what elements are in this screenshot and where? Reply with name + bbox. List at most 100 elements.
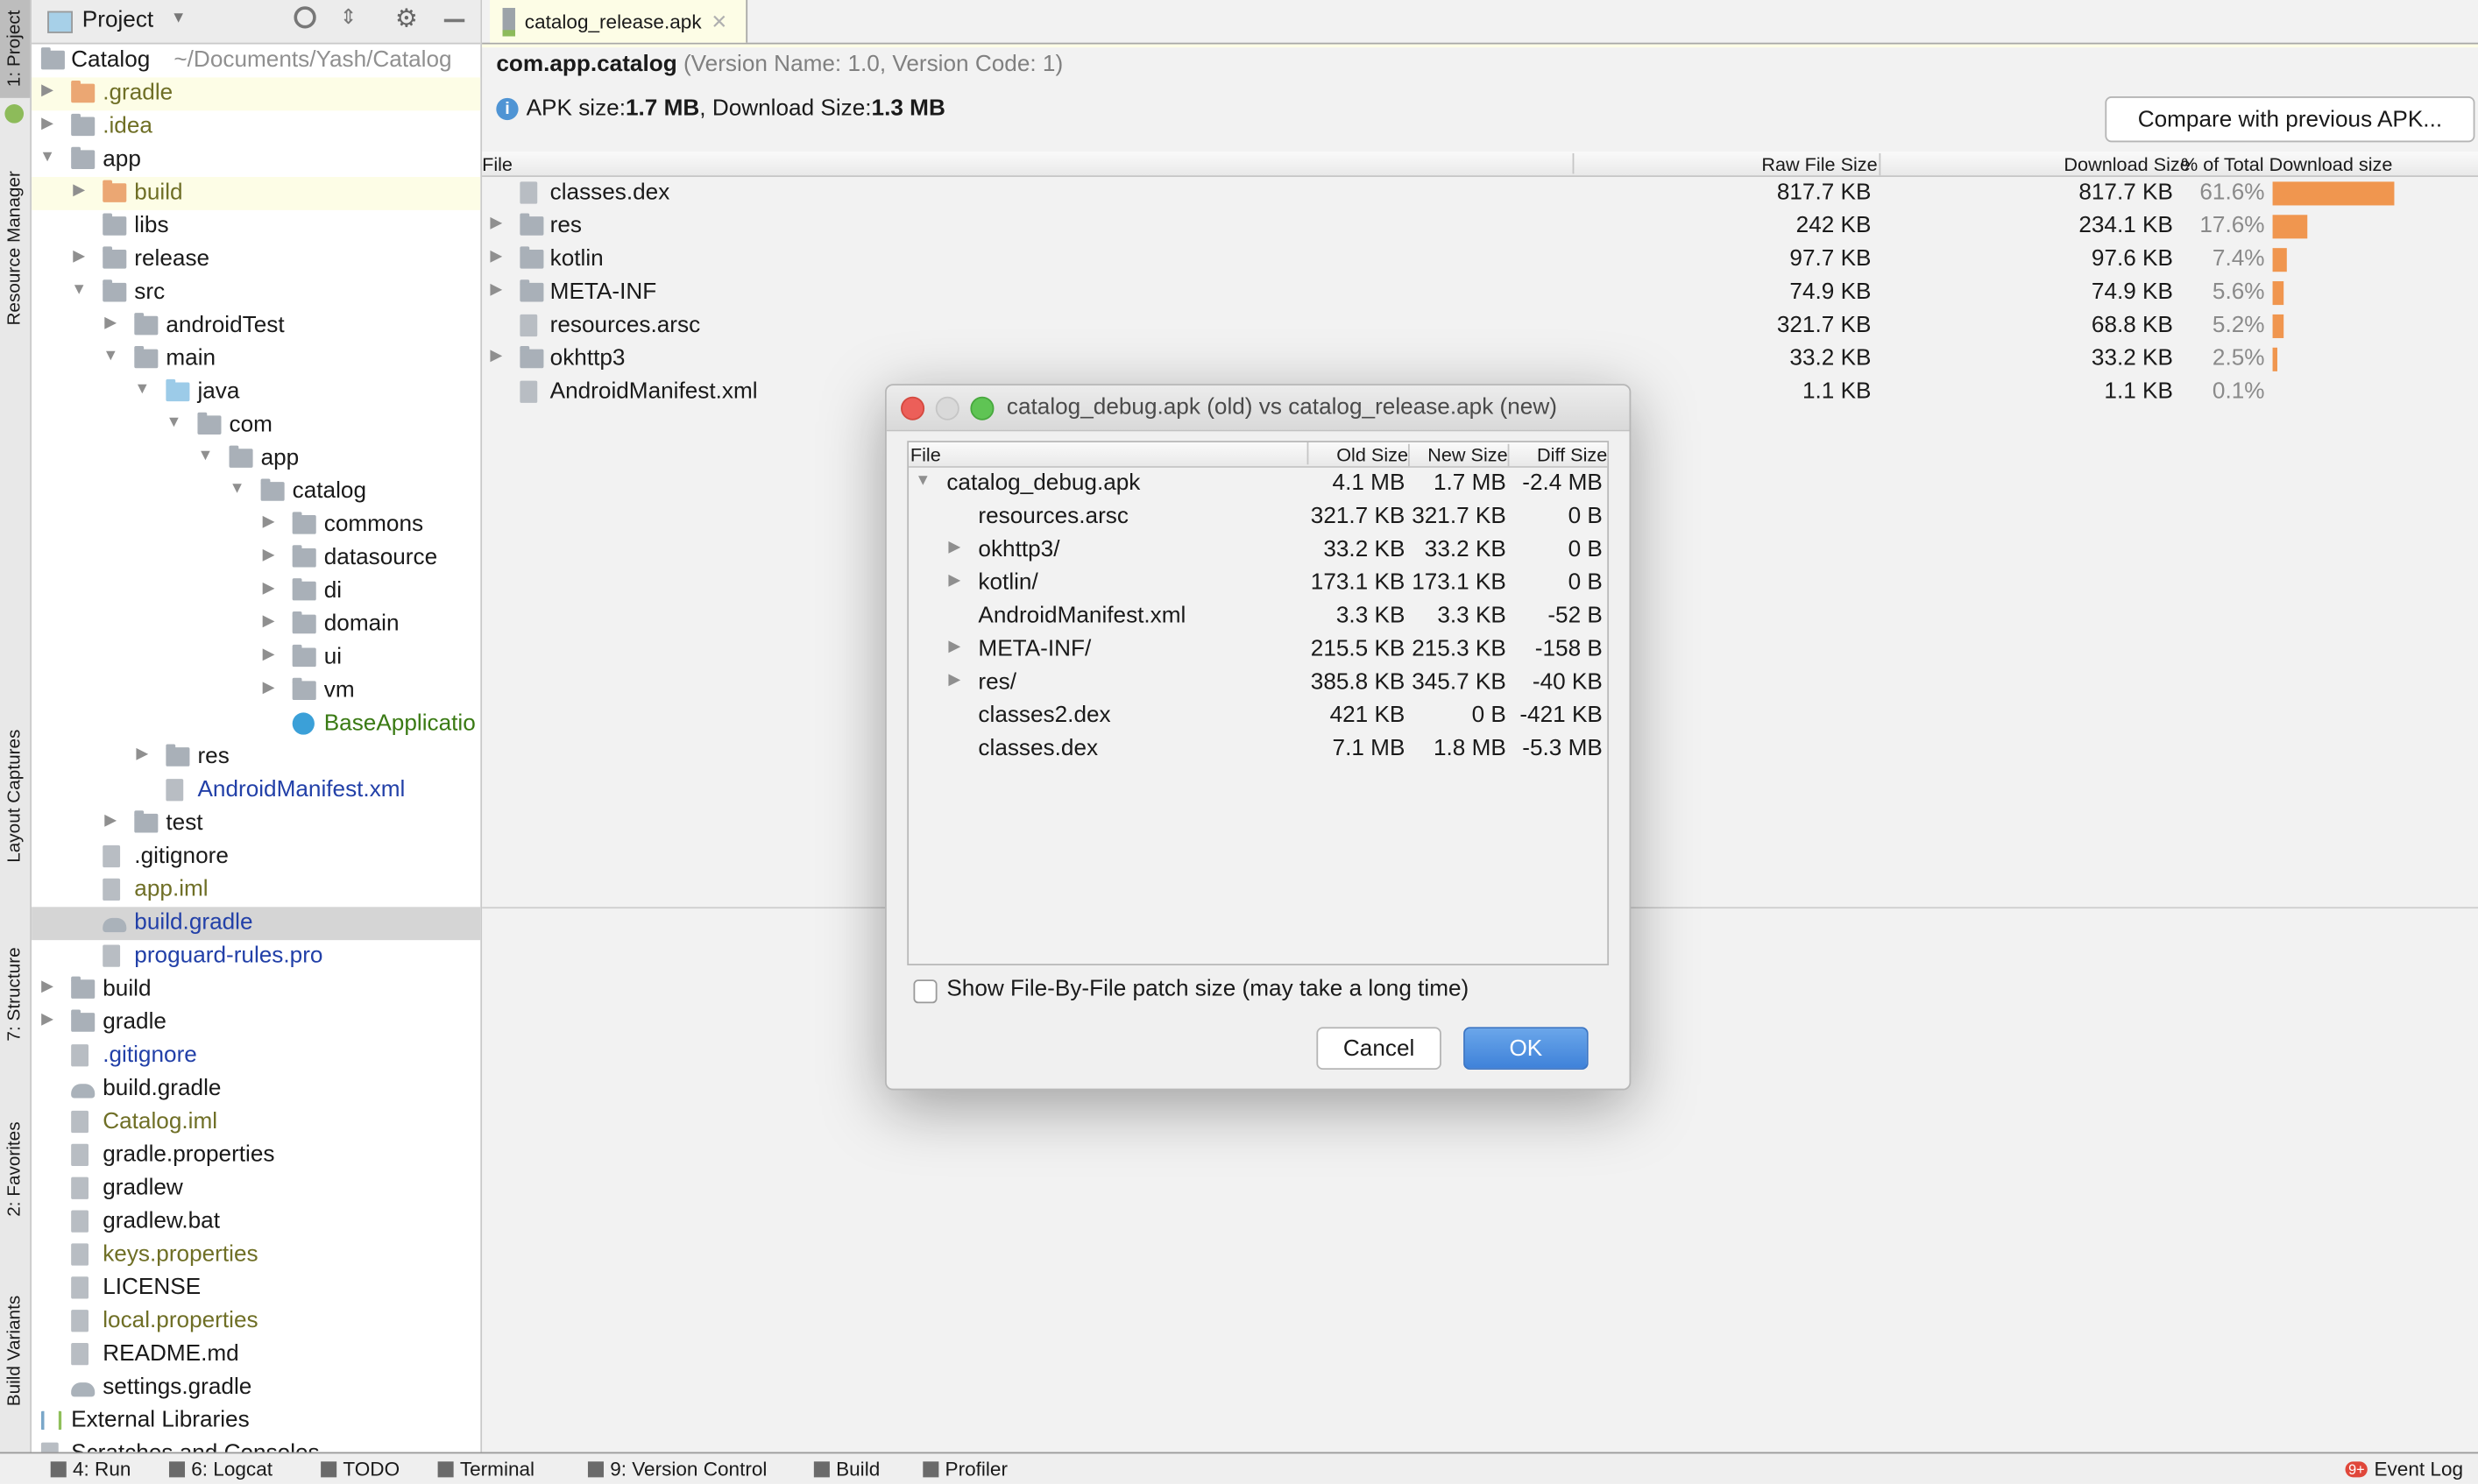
chevron-down-icon[interactable]: ▼: [171, 10, 187, 27]
tool-window-button[interactable]: 6: Logcat: [168, 1459, 273, 1480]
tree-item[interactable]: .gitignore: [32, 1040, 480, 1073]
ok-button[interactable]: OK: [1463, 1027, 1589, 1071]
tree-item[interactable]: gradlew: [32, 1172, 480, 1205]
minimize-icon[interactable]: [443, 18, 465, 23]
diff-row[interactable]: ▶ res/385.8 KB 345.7 KB -40 KB: [909, 667, 1607, 700]
collapsed-arrow-icon[interactable]: ▶: [259, 647, 279, 664]
tree-item[interactable]: ▼ src: [32, 277, 480, 310]
diff-row[interactable]: ▶ okhttp3/33.2 KB 33.2 KB 0 B: [909, 534, 1607, 568]
apk-entry-row[interactable]: ▶ kotlin 97.7 KB 97.6 KB 7.4%: [482, 244, 2478, 277]
tool-tab-build-variants[interactable]: Build Variants: [0, 1272, 30, 1430]
locate-icon[interactable]: [294, 6, 316, 29]
diff-row[interactable]: ▶ kotlin/173.1 KB 173.1 KB 0 B: [909, 567, 1607, 600]
tree-item[interactable]: ▶ androidTest: [32, 310, 480, 343]
collapsed-arrow-icon[interactable]: ▶: [259, 680, 279, 697]
tree-item[interactable]: build.gradle: [32, 1073, 480, 1106]
apk-entry-row[interactable]: ▶ res 242 KB 234.1 KB 17.6%: [482, 210, 2478, 244]
tree-item[interactable]: libs: [32, 210, 480, 244]
column-header-download-size[interactable]: Download Size: [1976, 153, 2190, 175]
tree-item[interactable]: build.gradle: [32, 907, 481, 941]
collapsed-arrow-icon[interactable]: ▶: [259, 513, 279, 531]
column-header-percent[interactable]: % of Total Download size: [2181, 153, 2392, 175]
tree-item[interactable]: ▶ .idea: [32, 110, 480, 144]
file-by-file-checkbox-label[interactable]: Show File-By-File patch size (may take a…: [946, 977, 1469, 1002]
expanded-arrow-icon[interactable]: ▼: [133, 381, 152, 399]
tool-tab-project[interactable]: 1: Project: [0, 0, 31, 98]
diff-row[interactable]: resources.arsc 321.7 KB 321.7 KB 0 B: [909, 501, 1607, 534]
collapsed-arrow-icon[interactable]: ▶: [487, 348, 506, 365]
tool-tab-layout-captures[interactable]: Layout Captures: [0, 703, 30, 890]
event-log-button[interactable]: 9+ Event Log: [2345, 1459, 2463, 1480]
tree-item[interactable]: ▶ release: [32, 244, 480, 277]
tree-item[interactable]: app.iml: [32, 873, 480, 907]
collapsed-arrow-icon[interactable]: ▶: [38, 116, 57, 133]
close-icon[interactable]: ✕: [711, 10, 727, 33]
collapsed-arrow-icon[interactable]: ▶: [101, 812, 120, 830]
expanded-arrow-icon[interactable]: ▼: [913, 472, 932, 490]
collapsed-arrow-icon[interactable]: ▶: [945, 539, 965, 556]
collapsed-arrow-icon[interactable]: ▶: [487, 248, 506, 265]
collapsed-arrow-icon[interactable]: ▶: [38, 82, 57, 100]
column-header-new-size[interactable]: New Size: [1410, 443, 1510, 467]
tree-item[interactable]: ▶ .gradle: [32, 77, 481, 111]
column-header-diff-size[interactable]: Diff Size: [1509, 444, 1607, 466]
tool-window-button[interactable]: Terminal: [437, 1459, 535, 1480]
file-by-file-checkbox[interactable]: [913, 979, 938, 1004]
tree-item[interactable]: ▶ di: [32, 576, 480, 609]
collapsed-arrow-icon[interactable]: ▶: [69, 181, 88, 199]
expanded-arrow-icon[interactable]: ▼: [69, 281, 88, 299]
expanded-arrow-icon[interactable]: ▼: [38, 149, 57, 166]
collapsed-arrow-icon[interactable]: ▶: [259, 613, 279, 631]
column-divider[interactable]: [1572, 152, 1575, 174]
tree-item[interactable]: ▼ java: [32, 376, 480, 409]
apk-entry-row[interactable]: resources.arsc 321.7 KB 68.8 KB 5.2%: [482, 310, 2478, 343]
zoom-window-button[interactable]: [970, 396, 995, 420]
tool-window-button[interactable]: Profiler: [923, 1459, 1008, 1480]
apk-entry-row[interactable]: ▶ META-INF 74.9 KB 74.9 KB 5.6%: [482, 277, 2478, 310]
tool-window-button[interactable]: 4: Run: [50, 1459, 131, 1480]
column-header-file[interactable]: File: [482, 153, 513, 175]
tree-item[interactable]: proguard-rules.pro: [32, 940, 480, 973]
tree-item[interactable]: ▶ ui: [32, 641, 480, 675]
collapsed-arrow-icon[interactable]: ▶: [38, 978, 57, 995]
tree-item[interactable]: ▼ main: [32, 343, 480, 376]
tree-item[interactable]: Catalog.iml: [32, 1106, 480, 1140]
tree-item[interactable]: README.md: [32, 1339, 480, 1372]
apk-entry-row[interactable]: classes.dex 817.7 KB 817.7 KB 61.6%: [482, 177, 2478, 210]
tree-item[interactable]: ▶ datasource: [32, 542, 480, 576]
tree-item[interactable]: gradlew.bat: [32, 1205, 480, 1239]
diff-row[interactable]: classes2.dex 421 KB 0 B -421 KB: [909, 700, 1607, 733]
close-window-button[interactable]: [901, 396, 925, 420]
tree-item[interactable]: ▶ vm: [32, 675, 480, 708]
collapse-all-icon[interactable]: ⇕: [340, 4, 358, 30]
column-header-old-size[interactable]: Old Size: [1308, 443, 1410, 467]
collapsed-arrow-icon[interactable]: ▶: [945, 672, 965, 689]
collapsed-arrow-icon[interactable]: ▶: [487, 215, 506, 232]
tree-item[interactable]: ▶ commons: [32, 509, 480, 542]
tool-window-button[interactable]: TODO: [321, 1459, 400, 1480]
tree-item[interactable]: ▼ app: [32, 442, 480, 476]
expanded-arrow-icon[interactable]: ▼: [101, 348, 120, 365]
gear-icon[interactable]: ⚙: [395, 4, 418, 35]
tree-item[interactable]: AndroidManifest.xml: [32, 774, 480, 808]
cancel-button[interactable]: Cancel: [1316, 1027, 1441, 1071]
tool-tab-structure[interactable]: 7: Structure: [0, 924, 30, 1064]
tree-item[interactable]: .gitignore: [32, 841, 480, 874]
collapsed-arrow-icon[interactable]: ▶: [945, 639, 965, 656]
tree-item[interactable]: ▶ res: [32, 741, 480, 774]
compare-with-previous-apk-button[interactable]: Compare with previous APK...: [2105, 96, 2475, 143]
column-header-raw-size[interactable]: Raw File Size: [1675, 152, 1881, 176]
expanded-arrow-icon[interactable]: ▼: [165, 414, 184, 432]
tree-item[interactable]: Catalog ~/Documents/Yash/Catalog: [32, 45, 480, 78]
tree-item[interactable]: local.properties: [32, 1305, 480, 1339]
tree-item[interactable]: ▶ test: [32, 808, 480, 841]
collapsed-arrow-icon[interactable]: ▶: [38, 1011, 57, 1028]
apk-entry-row[interactable]: ▶ okhttp3 33.2 KB 33.2 KB 2.5%: [482, 343, 2478, 376]
tree-item[interactable]: ▼ app: [32, 144, 480, 177]
collapsed-arrow-icon[interactable]: ▶: [133, 746, 152, 763]
collapsed-arrow-icon[interactable]: ▶: [487, 281, 506, 299]
tool-tab-favorites[interactable]: 2: Favorites: [0, 1099, 30, 1240]
project-view-selector[interactable]: Project: [82, 8, 153, 33]
column-header-file[interactable]: File: [910, 444, 941, 466]
tree-item[interactable]: ▼ catalog: [32, 476, 480, 509]
